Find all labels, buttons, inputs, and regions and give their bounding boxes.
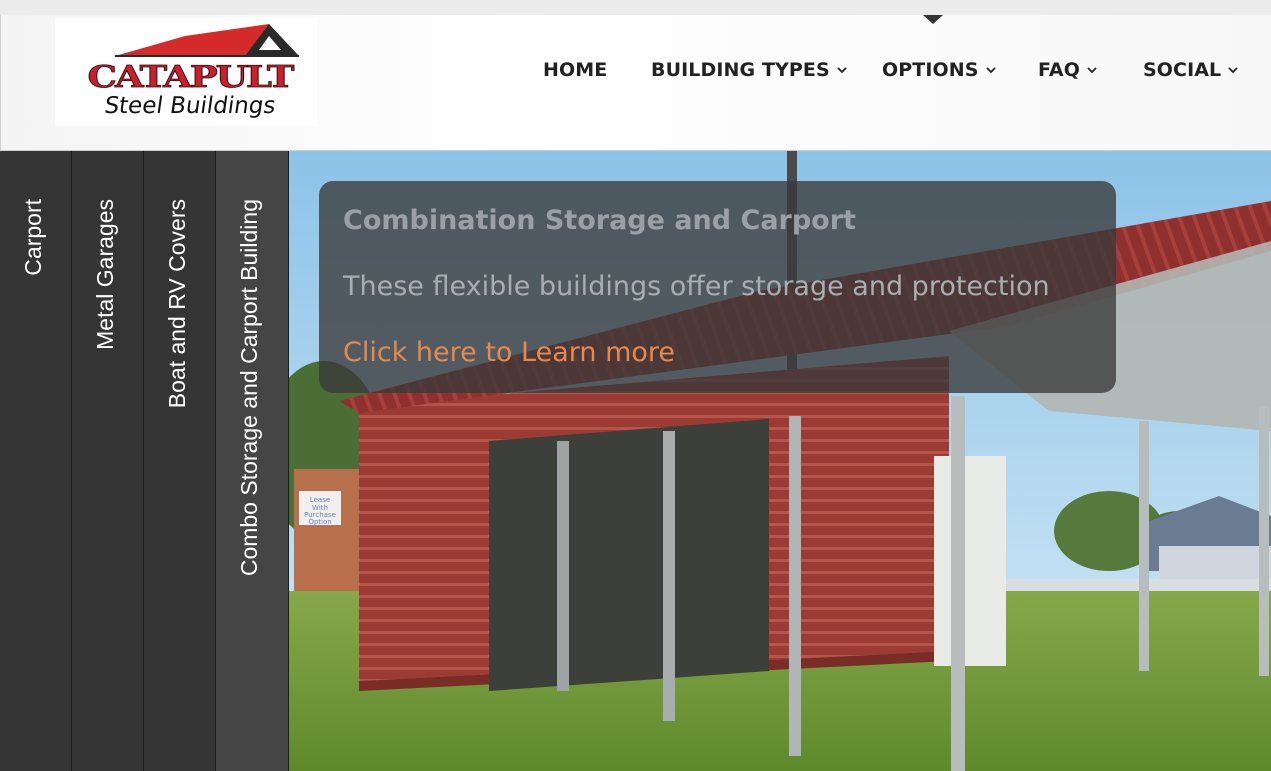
chevron-down-icon: [837, 67, 847, 74]
nav-building-types[interactable]: BUILDING TYPES: [651, 55, 848, 85]
nav-social[interactable]: SOCIAL: [1143, 55, 1239, 85]
nav-options-label: OPTIONS: [882, 59, 979, 81]
site-header: CATAPULT Steel Buildings HOME BUILDING T…: [0, 15, 1271, 151]
tab-carport-label: Carport: [20, 199, 46, 276]
slide-text: These flexible buildings offer storage a…: [343, 271, 1050, 302]
tab-combo-storage-label: Combo Storage and Carport Building: [236, 199, 262, 577]
chevron-down-icon: [1087, 67, 1097, 74]
tab-carport[interactable]: Carport: [0, 151, 72, 771]
nav-home[interactable]: HOME: [543, 55, 607, 85]
nav-faq-label: FAQ: [1038, 59, 1080, 81]
tab-boat-rv-covers[interactable]: Boat and RV Covers: [144, 151, 216, 771]
tab-boat-rv-covers-label: Boat and RV Covers: [164, 199, 190, 409]
learn-more-link[interactable]: Click here to Learn more: [343, 337, 675, 368]
main-nav: HOME BUILDING TYPES OPTIONS FAQ SOCIAL: [1, 15, 1271, 150]
nav-home-label: HOME: [543, 59, 608, 81]
nav-social-label: SOCIAL: [1143, 59, 1222, 81]
chevron-down-icon: [985, 67, 996, 74]
nav-building-types-label: BUILDING TYPES: [651, 59, 830, 81]
tab-metal-garages-label: Metal Garages: [92, 199, 118, 350]
top-strip: [0, 0, 1271, 15]
slide-caption: Combination Storage and Carport These fl…: [319, 181, 1116, 393]
chevron-down-icon: [1228, 67, 1238, 74]
nav-faq[interactable]: FAQ: [1038, 55, 1098, 85]
sign-option: Option: [308, 518, 331, 526]
tab-combo-storage[interactable]: Combo Storage and Carport Building: [216, 151, 289, 771]
slider-tabs: Carport Metal Garages Boat and RV Covers…: [0, 151, 289, 771]
tab-metal-garages[interactable]: Metal Garages: [72, 151, 144, 771]
sign-lease: Lease: [310, 496, 330, 504]
nav-options[interactable]: OPTIONS: [882, 55, 997, 85]
slide-title: Combination Storage and Carport: [343, 205, 856, 236]
